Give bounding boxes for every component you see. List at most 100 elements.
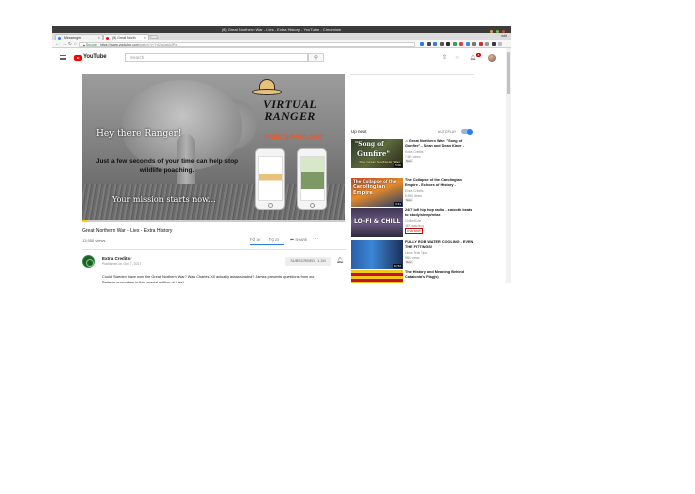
share-label: SHARE xyxy=(295,238,308,242)
subscriber-count: 1.1M xyxy=(317,259,326,263)
new-badge: New xyxy=(405,260,413,264)
video-thumbnail[interactable]: LO-FI & CHILL xyxy=(351,208,403,237)
search-button[interactable]: ⚲ xyxy=(308,53,324,62)
secure-label: Secure xyxy=(85,42,97,47)
dislike-count: 23 xyxy=(275,238,279,242)
thumbnail-text: Empire xyxy=(353,190,373,196)
tab-strip: Messenger × (8) Great North × edit xyxy=(52,33,511,40)
video-thumbnail[interactable]: The Collapse of the Carolingian Empire 3… xyxy=(351,178,403,207)
thumbnail-text: "Song of xyxy=(355,141,384,148)
address-bar[interactable]: 🔒︎ Secure | https://www.youtube.com/watc… xyxy=(79,41,415,47)
home-icon[interactable]: ⌂ xyxy=(74,40,77,48)
recommendation-title: FULLY ROB WATER COOLING - EVEN THE FITTI… xyxy=(405,240,474,249)
recommendation-item[interactable]: The Collapse of the Carolingian Empire 3… xyxy=(351,178,476,208)
new-tab-button[interactable] xyxy=(149,35,159,39)
extension-icon[interactable] xyxy=(426,42,431,46)
like-button[interactable]: 👍︎1K xyxy=(250,237,261,243)
recommendation-item[interactable]: LO-FI & CHILL 24/7 lofi hip hop radio - … xyxy=(351,208,476,238)
back-icon[interactable]: ← xyxy=(55,40,60,48)
reload-icon[interactable]: ↻ xyxy=(68,40,72,48)
recommendation-channel: Extra Credits xyxy=(405,189,424,193)
recommendation-item[interactable]: 11:52 FULLY ROB WATER COOLING - EVEN THE… xyxy=(351,240,476,270)
publish-date: Published on Oct 7, 2017 xyxy=(102,262,142,266)
video-duration: 5:00 xyxy=(394,163,402,167)
video-thumbnail[interactable]: 11:52 xyxy=(351,240,403,269)
extension-icon[interactable] xyxy=(491,42,496,46)
sidebar-divider xyxy=(350,74,474,75)
recommendation-views: 88K views xyxy=(405,255,420,260)
share-button[interactable]: ➦SHARE xyxy=(290,237,307,243)
thumbs-down-icon: 👎︎ xyxy=(269,237,275,243)
recommendation-views: 487 watching xyxy=(405,223,424,228)
recommendation-channel: ChilledCow xyxy=(405,219,422,223)
youtube-header: YouTube CA Search ⚲ ⇧ ⁙ 🔔︎ 8 xyxy=(52,48,511,68)
scrollbar-thumb[interactable] xyxy=(507,52,510,94)
autoplay-toggle[interactable] xyxy=(461,128,473,135)
menu-icon[interactable] xyxy=(60,55,66,60)
more-button[interactable]: ··· xyxy=(313,236,318,242)
phone-image-left xyxy=(255,148,285,210)
video-duration: 11:52 xyxy=(392,264,402,268)
upload-icon[interactable]: ⇧ xyxy=(442,54,447,62)
recommendation-views: 7.5K views xyxy=(405,154,421,159)
extension-icon[interactable] xyxy=(433,42,437,46)
window-title: (8) Great Northern War - Lies - Extra Hi… xyxy=(221,27,342,32)
video-thumbnail[interactable]: "Song of Gunfire" The Great Northern War… xyxy=(351,139,403,168)
thumbnail-text: Gunfire" xyxy=(357,149,391,158)
share-icon: ➦ xyxy=(290,237,295,243)
apps-icon[interactable]: ⁙ xyxy=(455,54,459,62)
subscribe-button[interactable]: SUBSCRIBED 1.1M xyxy=(285,257,331,266)
search-input[interactable]: Search xyxy=(125,53,308,62)
extension-icon[interactable] xyxy=(465,42,470,46)
recommendation-title: ♫ Great Northern War: "Song of Gunfire" … xyxy=(405,139,464,148)
recommendation-title: The History and Meaning Behind Catalonia… xyxy=(405,270,465,279)
progress-track[interactable] xyxy=(82,220,345,222)
ranger-hat-logo xyxy=(252,79,282,99)
sentiment-bar xyxy=(250,244,284,245)
ad-blurb: Just a few seconds of your time can help… xyxy=(95,158,239,174)
phone-screen xyxy=(258,156,283,201)
channel-name[interactable]: Extra Credits xyxy=(102,256,130,261)
extension-icon[interactable] xyxy=(452,42,457,46)
hat-brim xyxy=(252,89,282,95)
window-controls xyxy=(487,28,505,33)
phone-image-right xyxy=(297,148,327,210)
divider xyxy=(82,249,346,250)
verified-icon: ✔ xyxy=(129,256,133,261)
extension-icon[interactable] xyxy=(478,42,483,46)
recommendation-item[interactable]: The History and Meaning Behind Catalonia… xyxy=(351,270,476,283)
phone-home-button xyxy=(268,203,273,208)
progress-fill xyxy=(82,220,88,222)
region-label: CA xyxy=(99,53,104,57)
extension-icon[interactable] xyxy=(439,42,444,46)
extension-icon[interactable] xyxy=(420,42,424,46)
extension-icon[interactable] xyxy=(485,42,489,46)
up-next-heading: Up next xyxy=(351,129,367,134)
forward-icon[interactable]: → xyxy=(62,40,67,48)
video-thumbnail[interactable] xyxy=(351,270,403,283)
phone-home-button xyxy=(310,203,315,208)
avatar[interactable] xyxy=(488,54,496,62)
new-badge: New xyxy=(405,198,413,202)
extension-icon[interactable] xyxy=(459,42,463,46)
notification-bell-icon[interactable]: 🔔︎ xyxy=(336,257,344,266)
search-placeholder: Search xyxy=(130,55,145,60)
browser-toolbar: ← → ↻ ⌂ 🔒︎ Secure | https://www.youtube.… xyxy=(52,40,511,48)
recommendation-channel: Extra Credits xyxy=(405,150,424,154)
youtube-logo-icon[interactable] xyxy=(74,55,82,61)
extension-icon[interactable] xyxy=(472,42,476,46)
recommendation-item[interactable]: "Song of Gunfire" The Great Northern War… xyxy=(351,139,476,169)
channel-avatar[interactable] xyxy=(82,255,95,268)
extension-icon[interactable] xyxy=(498,42,502,46)
lock-icon: 🔒︎ xyxy=(83,42,85,47)
video-player[interactable]: VIRTUAL RANGER FREE DOWNLOAD Hey there R… xyxy=(82,74,345,220)
thumbs-up-icon: 👍︎ xyxy=(250,237,256,243)
video-description: Could Sweden have won the Great Northern… xyxy=(102,275,315,283)
new-badge: New xyxy=(405,159,413,163)
ad-free-download[interactable]: FREE DOWNLOAD xyxy=(265,135,323,141)
dislike-button[interactable]: 👎︎23 xyxy=(269,237,279,243)
view-count: 13,950 views xyxy=(82,238,106,243)
subscribe-label: SUBSCRIBED xyxy=(290,259,316,263)
extension-icon[interactable] xyxy=(446,42,450,46)
profile-label[interactable]: edit xyxy=(501,33,507,40)
